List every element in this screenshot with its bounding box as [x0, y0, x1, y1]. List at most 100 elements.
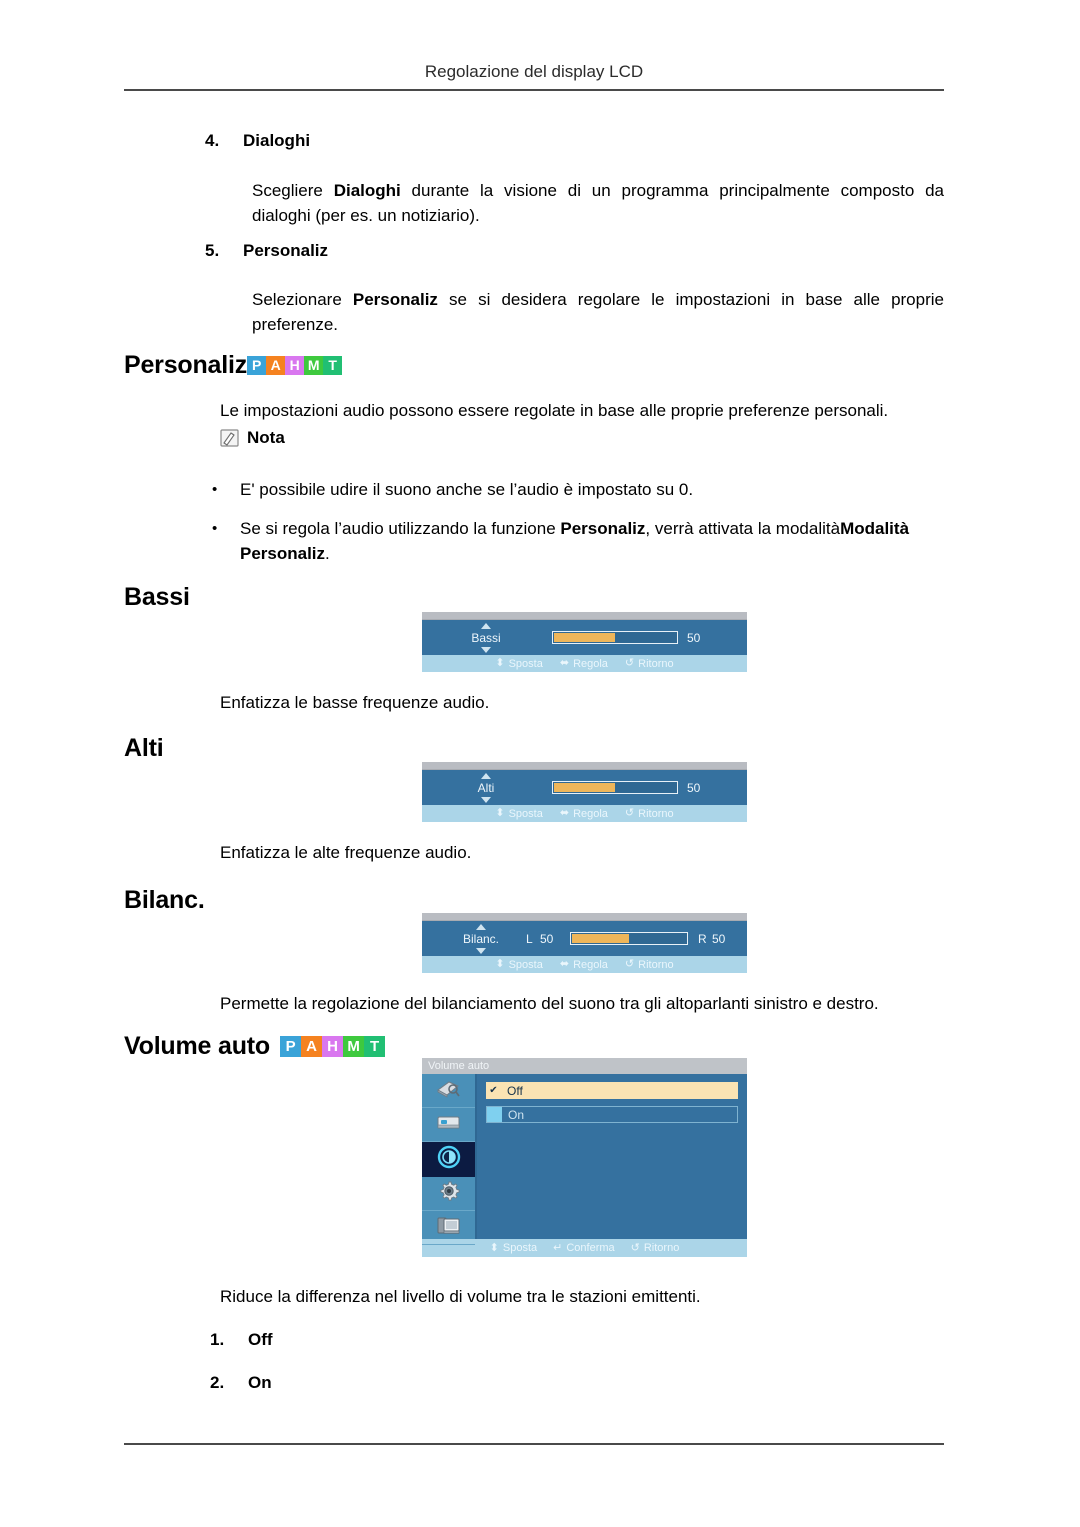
slider-track-bilanc[interactable] [570, 932, 688, 945]
footer-action-label: Regola [573, 657, 608, 670]
option-label: On [508, 1107, 525, 1122]
footer-action-sposta[interactable]: ⬍ Sposta [495, 808, 542, 820]
option-label: Off [248, 1330, 273, 1349]
section-heading-volume-auto-text: Volume auto [124, 1032, 270, 1060]
section-heading-alti: Alti [124, 734, 164, 763]
slider-fill [554, 633, 615, 642]
osd-title-text: Volume auto [428, 1060, 490, 1072]
bullet-text: E' possibile udire il suono anche se l’a… [240, 477, 944, 502]
osd-label-text: Bassi [471, 631, 501, 645]
personaliz-desc-text-a: Selezionare [252, 290, 353, 309]
badge-h: H [321, 1036, 343, 1057]
slider-fill [572, 934, 629, 943]
section-heading-volume-auto: Volume auto PAHMT [124, 1032, 385, 1061]
section-heading-personaliz-text: Personaliz [124, 351, 248, 379]
osd-footer-alti: ⬍ Sposta ⬌ Regola ↺ Ritorno [422, 805, 747, 822]
footer-action-conferma[interactable]: ↵ Conferma [553, 1242, 615, 1254]
header-rule [124, 89, 944, 91]
badge-group-personaliz: PAHMT [247, 356, 343, 375]
osd-right-value: 50 [712, 932, 726, 946]
personaliz-desc-bold: Personaliz [352, 290, 438, 309]
osd-top-strip [422, 762, 747, 770]
footer-action-sposta[interactable]: ⬍ Sposta [490, 1242, 537, 1254]
footer-action-label: Ritorno [638, 807, 674, 820]
footer-action-ritorno[interactable]: ↺ Ritorno [631, 1242, 680, 1254]
osd-label-text: Alti [477, 781, 495, 795]
sound-icon [436, 1144, 462, 1175]
osd-footer-bilanc: ⬍ Sposta ⬌ Regola ↺ Ritorno [422, 956, 747, 973]
step-item-4: 4. Dialoghi [205, 131, 310, 151]
step-label: Personaliz [243, 241, 329, 260]
document-page: Regolazione del display LCD 4. Dialoghi … [0, 0, 1080, 1527]
multi-control-icon [436, 1215, 462, 1241]
footer-action-ritorno[interactable]: ↺ Ritorno [625, 959, 674, 971]
check-icon: ✔ [489, 1085, 498, 1096]
bilanc-description: Permette la regolazione del bilanciament… [220, 994, 879, 1013]
caret-down-icon [476, 948, 486, 954]
footer-action-ritorno[interactable]: ↺ Ritorno [625, 808, 674, 820]
marker-box [487, 1107, 502, 1122]
badge-t: T [363, 1036, 385, 1057]
footer-action-label: Conferma [566, 1242, 615, 1254]
note-bullet-2: • Se si regola l’audio utilizzando la fu… [212, 516, 944, 566]
slider-track-bassi[interactable] [552, 631, 678, 644]
rail-item-multi-control[interactable] [422, 1211, 475, 1245]
caret-up-icon [481, 773, 491, 779]
footer-action-regola[interactable]: ⬌ Regola [560, 808, 608, 820]
note-label: Nota [247, 428, 285, 447]
slider-fill [554, 783, 615, 792]
slider-track-alti[interactable] [552, 781, 678, 794]
option-row-off[interactable]: ✔ Off [486, 1082, 738, 1099]
volume-auto-description: Riduce la differenza nel livello di volu… [220, 1287, 701, 1306]
option-row-on[interactable]: On [486, 1106, 738, 1123]
osd-top-strip [422, 612, 747, 620]
footer-action-ritorno[interactable]: ↺ Ritorno [625, 658, 674, 670]
osd-main-area: ✔ Off On [422, 1074, 747, 1245]
footer-action-sposta[interactable]: ⬍ Sposta [495, 959, 542, 971]
bullet-text-b: , verrà attivata la modalità [645, 519, 841, 538]
dialoghi-desc-text-a: Scegliere [252, 181, 334, 200]
adjust-leftright-icon: ⬌ [559, 958, 570, 970]
badge-a: A [266, 356, 286, 375]
page-header-title: Regolazione del display LCD [424, 62, 644, 81]
section-heading-bilanc-text: Bilanc. [124, 886, 205, 914]
osd-panel-alti: Alti 50 ⬍ Sposta ⬌ Regola ↺ Ritorno [422, 762, 747, 822]
move-updown-icon: ⬍ [495, 807, 505, 819]
footer-action-label: Ritorno [638, 657, 674, 670]
rail-item-picture[interactable] [422, 1074, 475, 1108]
osd-right-label: R [698, 932, 707, 946]
footer-action-label: Ritorno [643, 1242, 680, 1254]
rail-item-sound[interactable] [422, 1142, 475, 1177]
osd-body: Bilanc. L 50 R 50 [422, 921, 747, 956]
footer-action-regola[interactable]: ⬌ Regola [560, 658, 608, 670]
footer-action-label: Ritorno [638, 958, 674, 971]
dialoghi-desc-bold: Dialoghi [333, 181, 401, 200]
input-source-icon [435, 1113, 462, 1136]
setup-gear-icon [437, 1179, 461, 1208]
footer-action-sposta[interactable]: ⬍ Sposta [495, 658, 542, 670]
note-bullet-1: • E' possibile udire il suono anche se l… [212, 477, 944, 502]
bullet-text: Se si regola l’audio utilizzando la funz… [240, 516, 944, 566]
footer-action-regola[interactable]: ⬌ Regola [560, 959, 608, 971]
section-heading-bassi-text: Bassi [124, 583, 190, 611]
footer-rule [124, 1443, 944, 1445]
step-label: Dialoghi [243, 131, 311, 150]
rail-item-setup[interactable] [422, 1177, 475, 1211]
osd-label-text: Bilanc. [462, 932, 500, 946]
bullet-marker: • [212, 481, 218, 498]
bassi-description: Enfatizza le basse frequenze audio. [220, 693, 490, 712]
footer-action-label: Sposta [502, 1242, 538, 1254]
section-heading-alti-text: Alti [124, 734, 164, 762]
footer-action-label: Sposta [508, 807, 543, 820]
step-number: 5. [205, 241, 220, 260]
caret-up-icon [481, 623, 491, 629]
rail-item-input-source[interactable] [422, 1108, 475, 1142]
return-icon: ↺ [624, 958, 635, 970]
bullet-text-c: . [325, 544, 330, 563]
return-icon: ↺ [624, 807, 635, 819]
adjust-leftright-icon: ⬌ [559, 807, 570, 819]
adjust-leftright-icon: ⬌ [559, 657, 570, 669]
badge-a: A [300, 1036, 322, 1057]
badge-h: H [285, 356, 305, 375]
caret-down-icon [481, 647, 491, 653]
